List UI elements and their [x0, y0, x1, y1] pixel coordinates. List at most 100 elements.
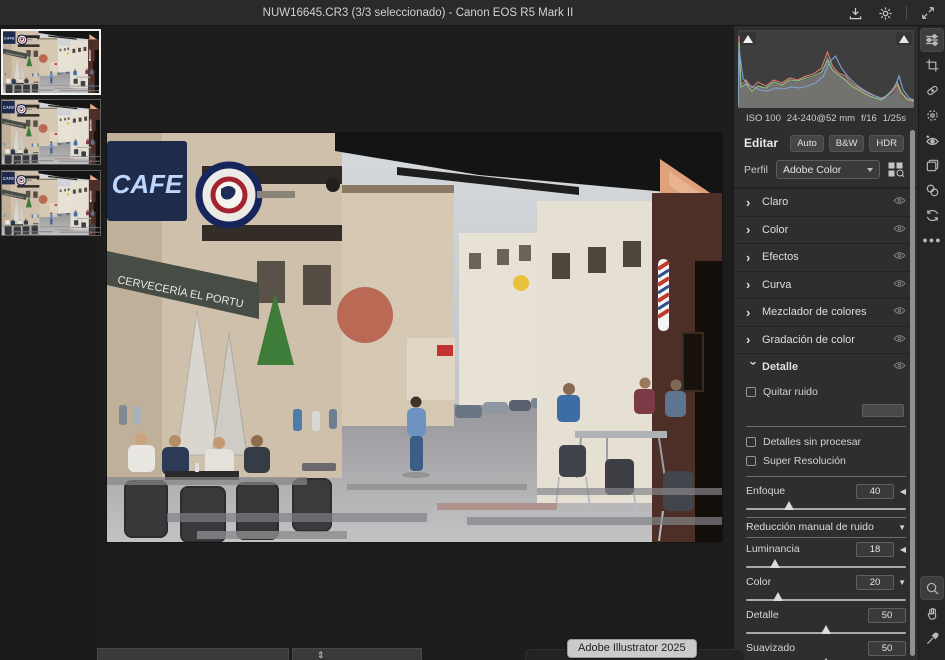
detalles-sin-procesar-checkbox[interactable]: Detalles sin procesar — [746, 433, 906, 452]
profile-select[interactable]: Adobe Color — [776, 160, 880, 179]
checkbox-icon[interactable] — [746, 387, 756, 397]
divider — [746, 426, 906, 427]
eye-icon[interactable] — [893, 196, 906, 208]
panel-scrollbar[interactable] — [910, 130, 915, 656]
section-claro[interactable]: › Claro — [734, 188, 918, 216]
luminancia-track[interactable] — [746, 558, 906, 571]
chevron-right-icon: › — [746, 195, 762, 210]
bottom-bar-fragment — [292, 648, 422, 660]
red-eye-icon[interactable] — [921, 129, 943, 151]
chevron-right-icon: › — [746, 277, 762, 292]
edit-sliders-icon[interactable] — [921, 29, 943, 51]
section-gradacion[interactable]: › Gradación de color — [734, 326, 918, 354]
super-resolucion-checkbox[interactable]: Super Resolución — [746, 452, 906, 471]
slider-thumb[interactable] — [773, 592, 783, 601]
enfoque-value-field[interactable]: 40 — [856, 484, 894, 499]
filmstrip-thumbnail-2[interactable] — [1, 99, 101, 165]
titlebar-divider — [906, 6, 907, 20]
color-value-field[interactable]: 20 — [856, 575, 894, 590]
filmstrip — [0, 26, 103, 660]
chevron-down-icon — [867, 168, 873, 172]
chevron-down-icon: › — [746, 361, 761, 377]
luminancia-slider: Luminancia 18 ◀ — [746, 541, 906, 571]
bw-button[interactable]: B&W — [829, 135, 865, 152]
eye-icon[interactable] — [893, 306, 906, 318]
edit-panel-title: Editar — [744, 136, 778, 150]
zoom-tool-icon[interactable] — [921, 577, 943, 599]
photo-preview[interactable] — [107, 133, 722, 542]
dock-tooltip: Adobe Illustrator 2025 — [567, 639, 697, 658]
filmstrip-thumbnail-1[interactable] — [1, 29, 101, 95]
shadows-clip-triangle[interactable] — [740, 32, 756, 45]
detalle-track[interactable] — [746, 624, 906, 637]
versions-icon[interactable] — [921, 179, 943, 201]
hand-tool-icon[interactable] — [921, 602, 943, 624]
filmstrip-thumbnail-3[interactable] — [1, 170, 101, 236]
checkbox-icon[interactable] — [746, 456, 756, 466]
chevron-right-icon: › — [746, 250, 762, 265]
save-download-icon[interactable] — [846, 4, 864, 22]
chevron-right-icon: › — [746, 222, 762, 237]
zoom-level-icon: ⇕ — [317, 650, 325, 660]
color-track[interactable] — [746, 591, 906, 604]
collapse-left-icon[interactable]: ◀ — [894, 487, 906, 496]
enfoque-track[interactable] — [746, 500, 906, 513]
color-slider: Color 20 ▼ — [746, 574, 906, 604]
detalle-value-field[interactable]: 50 — [868, 608, 906, 623]
exif-shutter: 1/25s — [883, 113, 906, 124]
slider-thumb[interactable] — [784, 501, 794, 510]
healing-icon[interactable] — [921, 79, 943, 101]
hdr-button[interactable]: HDR — [869, 135, 904, 152]
edit-panel: ISO 100 24-240@52 mm f/16 1/25s Editar A… — [733, 26, 918, 660]
white-balance-eyedropper-icon[interactable] — [921, 627, 943, 649]
divider — [746, 476, 906, 477]
section-color[interactable]: › Color — [734, 216, 918, 244]
section-curva[interactable]: › Curva — [734, 271, 918, 299]
suavizado-track[interactable] — [746, 657, 906, 660]
eye-icon[interactable] — [893, 279, 906, 291]
slider-thumb[interactable] — [821, 625, 831, 634]
section-efectos[interactable]: › Efectos — [734, 243, 918, 271]
eye-icon[interactable] — [893, 334, 906, 346]
histogram[interactable] — [738, 30, 914, 108]
crop-icon[interactable] — [921, 54, 943, 76]
section-detalle[interactable]: › Detalle — [734, 353, 918, 381]
luminancia-value-field[interactable]: 18 — [856, 542, 894, 557]
suavizado-slider: Suavizado 50 — [746, 640, 906, 660]
collapse-left-icon[interactable]: ◀ — [894, 545, 906, 554]
bottom-bar-fragment — [97, 648, 289, 660]
eye-icon[interactable] — [893, 224, 906, 236]
eye-icon[interactable] — [893, 251, 906, 263]
settings-gear-icon[interactable] — [876, 4, 894, 22]
reduccion-manual-header[interactable]: Reducción manual de ruido ▼ — [746, 517, 906, 538]
window-title: NUW16645.CR3 (3/3 seleccionado) - Canon … — [103, 0, 733, 26]
tool-column: ●●● — [918, 26, 945, 660]
presets-icon[interactable] — [921, 154, 943, 176]
denoise-amount-field — [862, 404, 904, 417]
section-mezclador[interactable]: › Mezclador de colores — [734, 298, 918, 326]
checkbox-icon[interactable] — [746, 437, 756, 447]
chevron-right-icon: › — [746, 332, 762, 347]
exif-aperture: f/16 — [861, 113, 877, 124]
profile-label: Perfil — [744, 164, 768, 176]
auto-button[interactable]: Auto — [790, 135, 824, 152]
quitar-ruido-checkbox[interactable]: Quitar ruido — [746, 383, 906, 402]
exif-lens: 24-240@52 mm — [787, 113, 855, 124]
sync-icon[interactable] — [921, 204, 943, 226]
detalle-slider: Detalle 50 — [746, 607, 906, 637]
triangle-down-icon[interactable]: ▼ — [894, 578, 906, 587]
eye-icon[interactable] — [893, 361, 906, 373]
highlights-clip-triangle[interactable] — [896, 32, 912, 45]
acr-window: CAFE CERVECERÍA EL PORTU — [0, 0, 945, 660]
titlebar: NUW16645.CR3 (3/3 seleccionado) - Canon … — [0, 0, 945, 26]
fullscreen-icon[interactable] — [919, 4, 937, 22]
more-tools-icon[interactable]: ●●● — [921, 229, 943, 251]
profile-browser-icon[interactable] — [888, 162, 906, 178]
triangle-down-icon[interactable]: ▼ — [894, 523, 906, 532]
exif-info: ISO 100 24-240@52 mm f/16 1/25s — [734, 108, 918, 128]
chevron-right-icon: › — [746, 305, 762, 320]
slider-thumb[interactable] — [770, 559, 780, 568]
masking-icon[interactable] — [921, 104, 943, 126]
suavizado-value-field[interactable]: 50 — [868, 641, 906, 656]
preview-canvas — [103, 26, 733, 660]
